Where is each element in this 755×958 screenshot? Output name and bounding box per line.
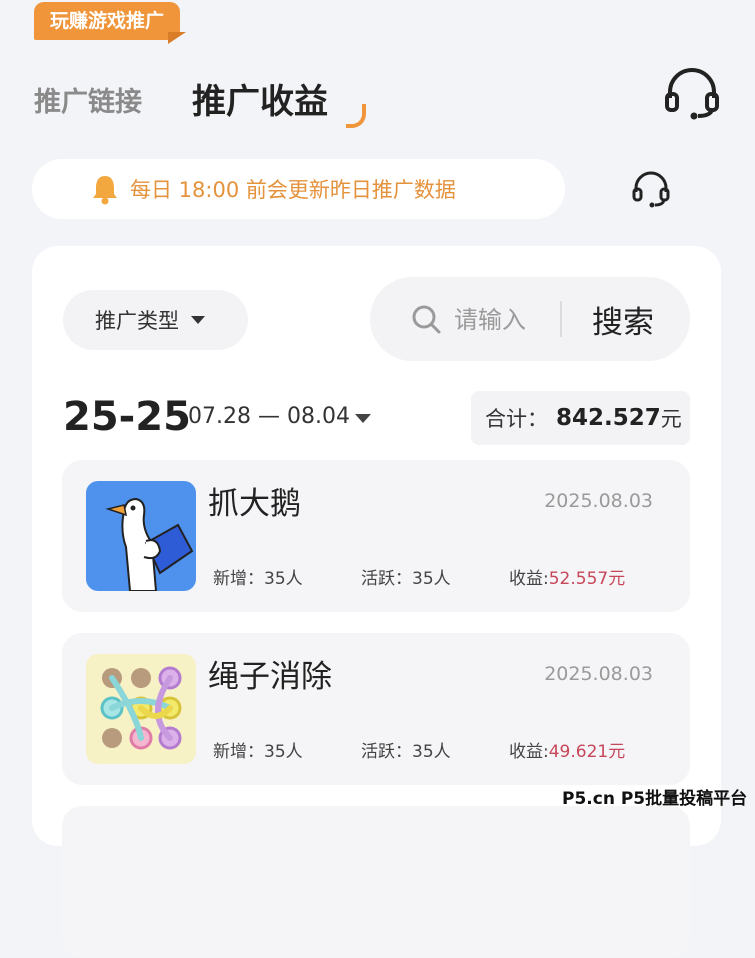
promo-type-dropdown[interactable]: 推广类型 — [63, 290, 248, 350]
goose-game-icon — [86, 481, 196, 591]
rope-game-icon — [86, 654, 196, 764]
list-item[interactable] — [62, 806, 690, 958]
income-stat: 收益:52.557元 — [509, 564, 625, 589]
total-label: 合计： — [485, 407, 548, 431]
badge-tail — [168, 32, 186, 44]
income-label: 收益: — [509, 742, 549, 762]
game-name: 绳子消除 — [208, 659, 332, 695]
tab-promo-link[interactable]: 推广链接 — [34, 80, 142, 119]
game-date: 2025.08.03 — [544, 490, 653, 512]
total-value: 842.527 — [556, 405, 661, 431]
app-badge: 玩赚游戏推广 — [34, 2, 181, 40]
active-users-stat: 活跃：35人 — [361, 742, 451, 762]
promo-type-label: 推广类型 — [95, 309, 179, 333]
search-divider — [560, 301, 562, 337]
bell-icon — [93, 176, 117, 205]
period-label[interactable]: 25-25 — [63, 394, 191, 440]
tab-promo-income[interactable]: 推广收益 — [192, 74, 328, 123]
watermark: P5.cn P5批量投稿平台 — [562, 789, 748, 809]
income-value: 52.557元 — [548, 569, 626, 589]
income-stat: 收益:49.621元 — [509, 737, 625, 762]
total-summary: 合计： 842.527 元 — [471, 391, 690, 445]
chevron-down-icon — [191, 316, 205, 324]
total-unit: 元 — [660, 407, 682, 431]
notice-text: 每日 18:00 前会更新昨日推广数据 — [130, 178, 456, 202]
search-input[interactable] — [452, 299, 556, 341]
new-users-stat: 新增：35人 — [213, 569, 303, 589]
active-users-stat: 活跃：35人 — [361, 569, 451, 589]
list-item[interactable]: 绳子消除 2025.08.03 新增：35人 活跃：35人 收益:49.621元 — [62, 633, 690, 785]
game-date: 2025.08.03 — [544, 663, 653, 685]
date-range-chevron-down-icon[interactable] — [355, 414, 371, 423]
list-item[interactable]: 抓大鹅 2025.08.03 新增：35人 活跃：35人 收益:52.557元 — [62, 460, 690, 612]
income-value: 49.621元 — [548, 742, 626, 762]
customer-service-icon[interactable] — [664, 68, 720, 120]
search-bar: 搜索 — [370, 277, 690, 361]
date-range[interactable]: 07.28 — 08.04 — [188, 404, 350, 429]
update-notice: 每日 18:00 前会更新昨日推广数据 — [32, 159, 565, 219]
search-button[interactable]: 搜索 — [592, 297, 654, 342]
new-users-stat: 新增：35人 — [213, 742, 303, 762]
game-name: 抓大鹅 — [208, 486, 301, 522]
income-label: 收益: — [509, 569, 549, 589]
active-tab-indicator — [346, 104, 366, 128]
search-icon — [412, 305, 441, 334]
badge-label: 玩赚游戏推广 — [50, 10, 165, 32]
support-icon[interactable] — [631, 170, 671, 208]
